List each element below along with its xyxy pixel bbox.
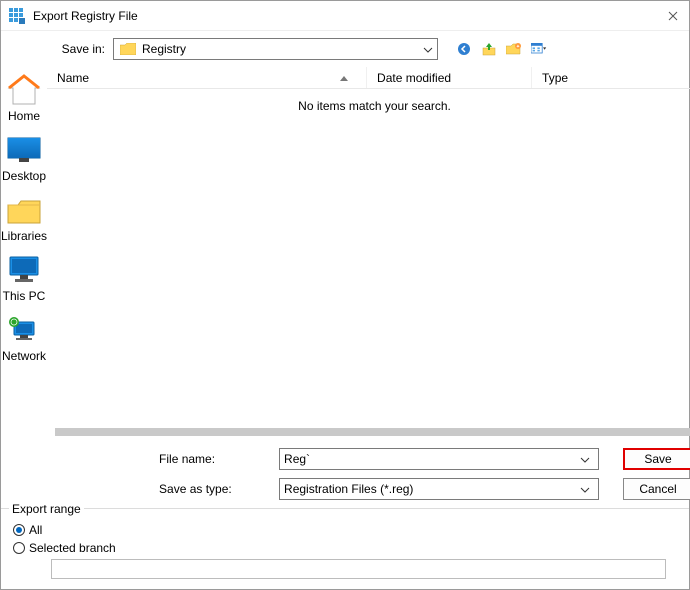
thispc-icon <box>4 253 44 287</box>
place-home[interactable]: Home <box>1 73 47 123</box>
savein-row: Save in: Registry ✦ <box>1 31 689 67</box>
export-range-group: Export range All Selected branch <box>1 508 689 589</box>
places-bar: Home Desktop Libraries This PC <box>1 67 47 508</box>
desktop-icon <box>4 133 44 167</box>
radio-selected-branch[interactable]: Selected branch <box>13 541 679 555</box>
file-list-body[interactable]: No items match your search. <box>47 89 690 428</box>
place-desktop[interactable]: Desktop <box>1 133 47 183</box>
column-name[interactable]: Name <box>47 67 367 88</box>
svg-text:✦: ✦ <box>516 44 520 50</box>
libraries-icon <box>4 193 44 227</box>
place-label: Network <box>2 349 46 363</box>
toolbar: ✦ <box>456 41 547 57</box>
cancel-button[interactable]: Cancel <box>623 478 690 500</box>
savein-label: Save in: <box>1 42 113 56</box>
place-label: Libraries <box>1 229 47 243</box>
filename-value: Reg` <box>284 452 576 466</box>
radio-icon <box>13 524 25 536</box>
export-registry-dialog: Export Registry File Save in: Registry ✦ <box>0 0 690 590</box>
place-thispc[interactable]: This PC <box>1 253 47 303</box>
saveas-value: Registration Files (*.reg) <box>284 482 576 496</box>
place-label: Home <box>8 109 40 123</box>
branch-path-input[interactable] <box>51 559 666 579</box>
chevron-down-icon <box>576 452 594 466</box>
place-libraries[interactable]: Libraries <box>1 193 47 243</box>
home-icon <box>4 73 44 107</box>
sort-ascending-icon <box>340 73 348 83</box>
column-date-modified[interactable]: Date modified <box>367 67 532 88</box>
place-network[interactable]: Network <box>1 313 47 363</box>
middle-area: Home Desktop Libraries This PC <box>1 67 689 508</box>
export-range-legend: Export range <box>9 502 84 516</box>
bottom-fields: File name: Reg` Save Save as type: Regis… <box>47 446 690 508</box>
place-label: This PC <box>3 289 46 303</box>
radio-all[interactable]: All <box>13 523 679 537</box>
up-one-level-icon[interactable] <box>481 41 497 57</box>
saveas-dropdown[interactable]: Registration Files (*.reg) <box>279 478 599 500</box>
network-icon <box>4 313 44 347</box>
column-type[interactable]: Type <box>532 67 690 88</box>
save-button[interactable]: Save <box>623 448 690 470</box>
titlebar: Export Registry File <box>1 1 689 31</box>
window-title: Export Registry File <box>33 9 665 23</box>
horizontal-scrollbar[interactable] <box>55 428 690 436</box>
new-folder-icon[interactable]: ✦ <box>506 41 522 57</box>
regedit-icon <box>9 8 25 24</box>
place-label: Desktop <box>2 169 46 183</box>
filename-label: File name: <box>159 452 279 466</box>
chevron-down-icon <box>419 42 437 56</box>
savein-dropdown[interactable]: Registry <box>113 38 438 60</box>
savein-value: Registry <box>142 42 419 56</box>
close-button[interactable] <box>665 8 681 24</box>
empty-message: No items match your search. <box>298 99 451 113</box>
filename-input[interactable]: Reg` <box>279 448 599 470</box>
column-headers: Name Date modified Type <box>47 67 690 89</box>
radio-icon <box>13 542 25 554</box>
saveas-label: Save as type: <box>159 482 279 496</box>
back-icon[interactable] <box>456 41 472 57</box>
view-menu-icon[interactable] <box>531 41 547 57</box>
folder-icon <box>120 43 136 55</box>
file-list: Name Date modified Type No items match y… <box>47 67 690 508</box>
chevron-down-icon <box>576 482 594 496</box>
